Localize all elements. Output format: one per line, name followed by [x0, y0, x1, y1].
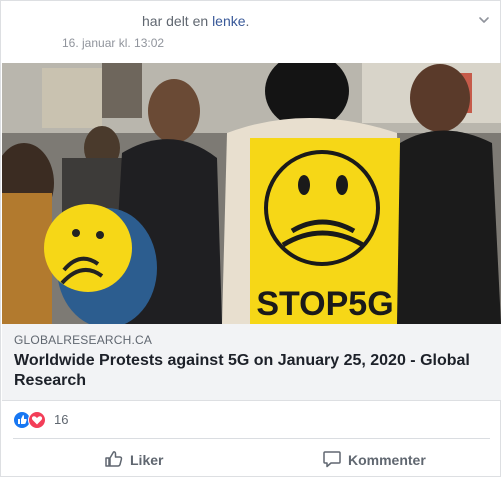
post-header: har delt en lenke. 16. januar kl. 13:02	[1, 1, 501, 63]
like-button[interactable]: Liker	[104, 449, 174, 471]
shared-photo[interactable]: STOP5G i	[2, 63, 501, 324]
sign-text: STOP5G	[256, 285, 393, 323]
link-domain: GLOBALRESEARCH.CA	[14, 333, 153, 347]
shared-prefix: har delt en	[142, 13, 213, 29]
love-reaction-icon	[28, 411, 46, 429]
post-card: har delt en lenke. 16. januar kl. 13:02	[0, 0, 501, 477]
shared-suffix: .	[245, 13, 250, 29]
comment-label: Kommenter	[348, 452, 426, 468]
like-label: Liker	[130, 452, 164, 468]
chevron-down-icon[interactable]	[477, 13, 491, 27]
shared-line: har delt en lenke.	[142, 13, 249, 29]
shared-link[interactable]: lenke	[212, 13, 245, 29]
divider	[13, 438, 490, 439]
comment-icon	[323, 451, 341, 468]
post-timestamp[interactable]: 16. januar kl. 13:02	[62, 36, 164, 50]
thumbs-up-icon	[105, 451, 123, 467]
link-preview[interactable]: GLOBALRESEARCH.CA Worldwide Protests aga…	[2, 324, 501, 401]
reaction-count: 16	[54, 412, 69, 427]
link-title[interactable]: Worldwide Protests against 5G on January…	[14, 351, 484, 391]
comment-button[interactable]: Kommenter	[322, 449, 432, 471]
